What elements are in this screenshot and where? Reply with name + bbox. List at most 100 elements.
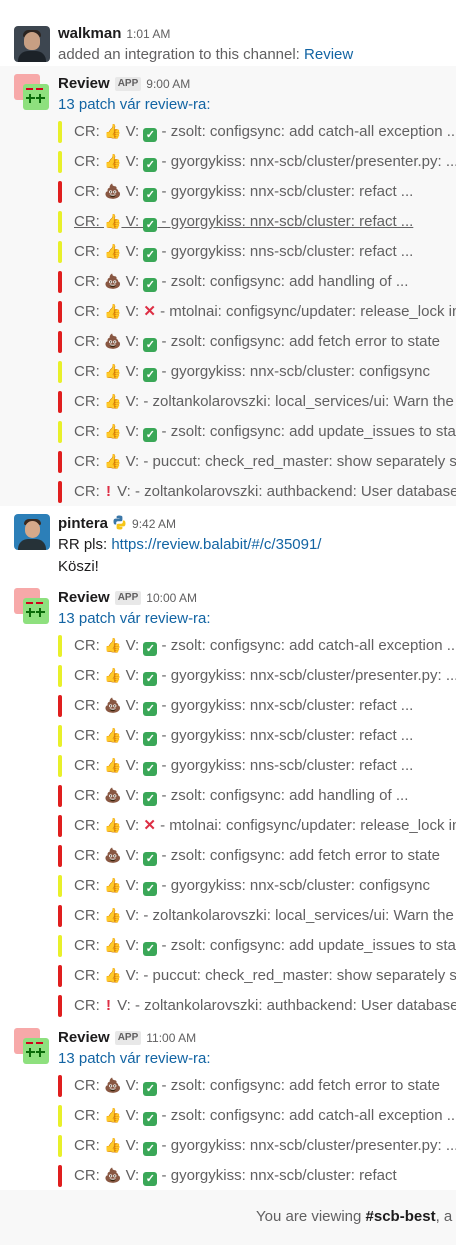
patch-description: - zsolt: configsync: add catch-all excep…	[157, 1107, 456, 1124]
patch-text[interactable]: CR: 👍 V: ✓ - gyorgykiss: nnx-scb/cluster…	[74, 1135, 456, 1157]
v-label: V:	[121, 937, 144, 954]
patch-attachment[interactable]: CR: 👍 V: ✓ - gyorgykiss: nnx-scb/cluster…	[58, 211, 456, 233]
sender-name[interactable]: Review	[58, 75, 110, 92]
patch-text[interactable]: CR: 👍 V: ✓ - gyorgykiss: nns-scb/cluster…	[74, 241, 413, 263]
patch-attachment[interactable]: CR: 👍 V: ✓ - gyorgykiss: nnx-scb/cluster…	[58, 665, 456, 687]
patch-text[interactable]: CR: 👍 V: - puccut: check_red_master: sho…	[74, 451, 456, 473]
patch-text[interactable]: CR: 👍 V: ✓ - gyorgykiss: nnx-scb/cluster…	[74, 211, 413, 233]
cr-label: CR:	[74, 153, 104, 170]
patch-text[interactable]: CR: 👍 V: ✕ - mtolnai: configsync/updater…	[74, 301, 456, 323]
patch-text[interactable]: CR: 💩 V: ✓ - gyorgykiss: nnx-scb/cluster…	[74, 181, 413, 203]
patch-text[interactable]: CR: 💩 V: ✓ - zsolt: configsync: add fetc…	[74, 331, 440, 353]
patch-attachment[interactable]: CR: 👍 V: ✓ - zsolt: configsync: add catc…	[58, 121, 456, 143]
patch-attachment[interactable]: CR: 👍 V: ✓ - gyorgykiss: nns-scb/cluster…	[58, 241, 456, 263]
message-feed[interactable]: walkman 1:01 AM added an integration to th…	[0, 0, 456, 1190]
review-url-link[interactable]: https://review.balabit/#/c/35091/	[111, 536, 321, 553]
walkman-avatar[interactable]	[14, 26, 50, 62]
v-label: V:	[121, 817, 144, 834]
patch-text[interactable]: CR: 👍 V: ✓ - gyorgykiss: nnx-scb/cluster…	[74, 665, 456, 687]
patch-text[interactable]: CR: 👍 V: - zoltankolarovszki: local_serv…	[74, 905, 456, 927]
patch-attachment[interactable]: CR: 💩 V: ✓ - zsolt: configsync: add fetc…	[58, 1075, 456, 1097]
patch-attachment[interactable]: CR: 💩 V: ✓ - gyorgykiss: nnx-scb/cluster…	[58, 1165, 456, 1187]
thumbs-up-icon: 👍	[104, 667, 122, 683]
patch-attachment[interactable]: CR: ! V: - zoltankolarovszki: authbacken…	[58, 995, 456, 1017]
patch-text[interactable]: CR: 💩 V: ✓ - gyorgykiss: nnx-scb/cluster…	[74, 1165, 397, 1187]
patch-text[interactable]: CR: 👍 V: ✓ - gyorgykiss: nnx-scb/cluster…	[74, 875, 430, 897]
cr-label: CR:	[74, 937, 104, 954]
patch-text[interactable]: CR: ! V: - zoltankolarovszki: authbacken…	[74, 481, 456, 503]
patch-text[interactable]: CR: 👍 V: ✓ - zsolt: configsync: add catc…	[74, 1105, 456, 1127]
patch-attachment[interactable]: CR: 💩 V: ✓ - zsolt: configsync: add fetc…	[58, 845, 456, 867]
patch-attachment[interactable]: CR: 👍 V: ✓ - gyorgykiss: nnx-scb/cluster…	[58, 361, 456, 383]
v-label: V:	[121, 1107, 144, 1124]
patch-attachment[interactable]: CR: 👍 V: - zoltankolarovszki: local_serv…	[58, 905, 456, 927]
patch-text[interactable]: CR: 💩 V: ✓ - zsolt: configsync: add fetc…	[74, 845, 440, 867]
integration-link[interactable]: Review	[304, 46, 353, 63]
patch-attachment[interactable]: CR: 💩 V: ✓ - gyorgykiss: nnx-scb/cluster…	[58, 695, 456, 717]
patch-text[interactable]: CR: 👍 V: ✓ - gyorgykiss: nnx-scb/cluster…	[74, 725, 413, 747]
patch-attachment[interactable]: CR: 👍 V: ✓ - zsolt: configsync: add upda…	[58, 421, 456, 443]
patch-attachment[interactable]: CR: 💩 V: ✓ - gyorgykiss: nnx-scb/cluster…	[58, 181, 456, 203]
patch-text[interactable]: CR: ! V: - zoltankolarovszki: authbacken…	[74, 995, 456, 1017]
patch-attachment[interactable]: CR: 👍 V: ✓ - zsolt: configsync: add catc…	[58, 1105, 456, 1127]
review-bot-avatar[interactable]	[14, 1028, 50, 1064]
patch-text[interactable]: CR: 👍 V: ✓ - zsolt: configsync: add catc…	[74, 635, 456, 657]
patch-attachment[interactable]: CR: 👍 V: ✓ - gyorgykiss: nns-scb/cluster…	[58, 755, 456, 777]
thumbs-up-icon: 👍	[104, 363, 122, 379]
patch-attachment[interactable]: CR: 👍 V: - puccut: check_red_master: sho…	[58, 451, 456, 473]
patch-text[interactable]: CR: 👍 V: - zoltankolarovszki: local_serv…	[74, 391, 456, 413]
patch-attachment[interactable]: CR: 👍 V: ✓ - gyorgykiss: nnx-scb/cluster…	[58, 151, 456, 173]
patch-attachment[interactable]: CR: 👍 V: ✓ - zsolt: configsync: add catc…	[58, 635, 456, 657]
thumbs-up-icon: 👍	[104, 757, 122, 773]
thumbs-up-icon: 👍	[104, 423, 122, 439]
patch-summary-link[interactable]: 13 patch vár review-ra:	[58, 608, 211, 630]
patch-attachment[interactable]: CR: 💩 V: ✓ - zsolt: configsync: add hand…	[58, 785, 456, 807]
patch-attachment[interactable]: CR: 👍 V: ✓ - gyorgykiss: nnx-scb/cluster…	[58, 875, 456, 897]
sender-name[interactable]: Review	[58, 1029, 110, 1046]
patch-text[interactable]: CR: 👍 V: ✓ - zsolt: configsync: add upda…	[74, 935, 456, 957]
review-bot-avatar[interactable]	[14, 588, 50, 624]
patch-attachment[interactable]: CR: 👍 V: ✕ - mtolnai: configsync/updater…	[58, 301, 456, 323]
sender-name[interactable]: walkman	[58, 25, 121, 42]
patch-text[interactable]: CR: 👍 V: ✓ - zsolt: configsync: add catc…	[74, 121, 456, 143]
patch-attachment[interactable]: CR: 💩 V: ✓ - zsolt: configsync: add fetc…	[58, 331, 456, 353]
pintera-avatar[interactable]	[14, 514, 50, 550]
check-mark-icon: ✓	[143, 852, 158, 866]
thumbs-up-icon: 👍	[104, 727, 122, 743]
timestamp[interactable]: 1:01 AM	[126, 27, 170, 41]
patch-text[interactable]: CR: 👍 V: ✕ - mtolnai: configsync/updater…	[74, 815, 456, 837]
patch-attachment[interactable]: CR: 👍 V: ✓ - gyorgykiss: nnx-scb/cluster…	[58, 1135, 456, 1157]
v-label: V:	[121, 637, 144, 654]
timestamp[interactable]: 11:00 AM	[146, 1031, 196, 1045]
patch-text[interactable]: CR: 👍 V: ✓ - gyorgykiss: nnx-scb/cluster…	[74, 151, 456, 173]
patch-attachment[interactable]: CR: 👍 V: ✓ - gyorgykiss: nnx-scb/cluster…	[58, 725, 456, 747]
patch-text[interactable]: CR: 👍 V: ✓ - gyorgykiss: nnx-scb/cluster…	[74, 361, 430, 383]
patch-text[interactable]: CR: 👍 V: ✓ - zsolt: configsync: add upda…	[74, 421, 456, 443]
integration-text: added an integration to this channel:	[58, 46, 305, 63]
cross-mark-icon: ✕	[143, 303, 156, 320]
patch-text[interactable]: CR: 💩 V: ✓ - zsolt: configsync: add hand…	[74, 271, 408, 293]
patch-summary-link[interactable]: 13 patch vár review-ra:	[58, 94, 211, 116]
patch-text[interactable]: CR: 💩 V: ✓ - zsolt: configsync: add hand…	[74, 785, 408, 807]
timestamp[interactable]: 9:00 AM	[146, 77, 190, 91]
status-bar-red	[58, 1165, 62, 1187]
patch-summary-link[interactable]: 13 patch vár review-ra:	[58, 1048, 211, 1070]
patch-attachment[interactable]: CR: ! V: - zoltankolarovszki: authbacken…	[58, 481, 456, 503]
patch-attachment[interactable]: CR: 👍 V: ✕ - mtolnai: configsync/updater…	[58, 815, 456, 837]
patch-text[interactable]: CR: 💩 V: ✓ - gyorgykiss: nnx-scb/cluster…	[74, 695, 413, 717]
poop-icon: 💩	[104, 787, 122, 803]
patch-attachment[interactable]: CR: 👍 V: - zoltankolarovszki: local_serv…	[58, 391, 456, 413]
patch-text[interactable]: CR: 💩 V: ✓ - zsolt: configsync: add fetc…	[74, 1075, 440, 1097]
review-bot-avatar[interactable]	[14, 74, 50, 110]
timestamp[interactable]: 10:00 AM	[146, 591, 197, 605]
timestamp[interactable]: 9:42 AM	[132, 517, 176, 531]
patch-text[interactable]: CR: 👍 V: ✓ - gyorgykiss: nns-scb/cluster…	[74, 755, 413, 777]
sender-name[interactable]: Review	[58, 589, 110, 606]
patch-attachment[interactable]: CR: 💩 V: ✓ - zsolt: configsync: add hand…	[58, 271, 456, 293]
footer-channel-name[interactable]: #scb-best	[366, 1208, 436, 1225]
patch-attachment[interactable]: CR: 👍 V: ✓ - zsolt: configsync: add upda…	[58, 935, 456, 957]
patch-text[interactable]: CR: 👍 V: - puccut: check_red_master: sho…	[74, 965, 456, 987]
footer-prefix: You are viewing	[256, 1208, 366, 1225]
patch-attachment[interactable]: CR: 👍 V: - puccut: check_red_master: sho…	[58, 965, 456, 987]
sender-name[interactable]: pintera	[58, 515, 108, 532]
